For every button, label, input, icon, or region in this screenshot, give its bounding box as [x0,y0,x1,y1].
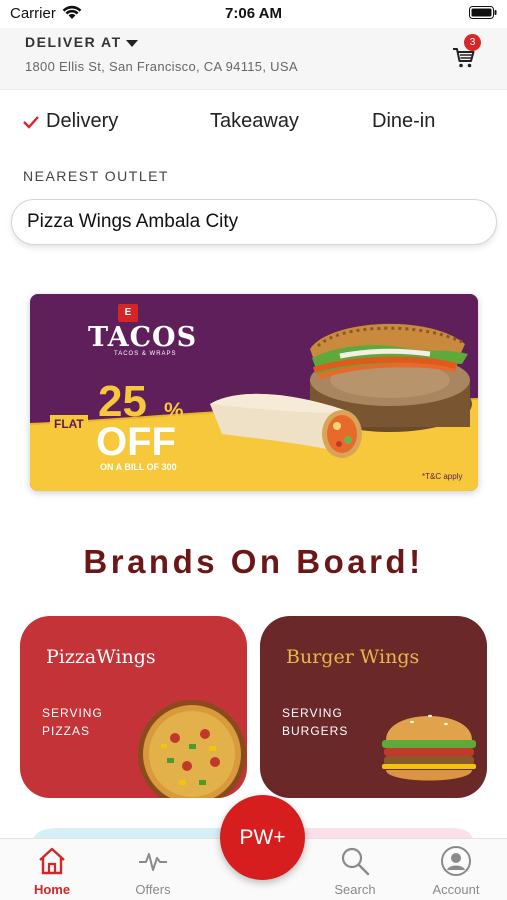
nav-home-label: Home [33,882,71,897]
tacos-logo: TACOS [88,322,198,353]
brand-serving-pizza: SERVING PIZZAS [42,704,103,740]
brand-card-pizza-wings[interactable]: PizzaWings SERVING PIZZAS [20,616,247,798]
promo-banner[interactable]: E TACOS TACOS & WRAPS FLAT 25 % OFF ON A… [30,294,478,491]
serving-label: SERVING [42,706,103,720]
discount-off: OFF [96,420,176,464]
tab-delivery[interactable]: Delivery [22,110,118,133]
nav-home[interactable]: Home [12,839,92,900]
burger-image [382,714,476,781]
brand-name-burger-wings: Burger Wings [286,646,420,668]
cart-count-badge: 3 [464,34,481,51]
discount-condition: ON A BILL OF 300 [100,462,177,472]
tab-takeaway[interactable]: Takeaway [210,110,299,133]
order-type-tabs: Delivery Takeaway Dine-in [0,110,507,142]
nav-offers[interactable]: Offers [113,839,193,900]
nearest-outlet-label: NEAREST OUTLET [23,168,169,184]
brands-section-title: Brands On Board! [83,543,424,580]
tacos-logo-subtitle: TACOS & WRAPS [114,351,177,357]
deliver-at-selector[interactable]: DELIVER AT [25,34,138,50]
pizza-image [138,700,246,798]
tab-delivery-label: Delivery [46,110,119,132]
discount-percent: 25 [98,377,147,426]
pw-plus-button[interactable]: PW+ [220,795,305,880]
delivery-address[interactable]: 1800 Ellis St, San Francisco, CA 94115, … [25,59,298,74]
nav-search[interactable]: Search [315,839,395,900]
caret-down-icon [125,39,138,47]
tacos-logo-badge: E [118,304,138,322]
pulse-icon [139,853,167,871]
check-icon [23,115,39,129]
nav-search-label: Search [334,882,376,897]
battery-icon [469,6,497,19]
nearest-outlet-field[interactable]: Pizza Wings Ambala City [11,199,497,245]
nav-account[interactable]: Account [416,839,496,900]
brand-name-pizza-wings: PizzaWings [46,646,156,668]
delivery-header: DELIVER AT 1800 Ellis St, San Francisco,… [0,28,507,90]
flat-tag: FLAT [50,415,88,433]
status-bar: Carrier 7:06 AM [0,0,507,28]
home-icon [39,847,65,875]
terms-note: *T&C apply [422,472,463,481]
tab-dine-in[interactable]: Dine-in [372,110,435,133]
deliver-at-label: DELIVER AT [25,34,122,50]
brand-serving-burger: SERVING BURGERS [282,704,348,740]
serving-item: PIZZAS [42,724,91,738]
cart-button[interactable]: 3 [452,34,484,70]
taco-wrap-image [210,323,472,458]
search-icon [341,847,370,876]
nav-account-label: Account [432,882,480,897]
status-time: 7:06 AM [225,5,282,22]
serving-item: BURGERS [282,724,349,738]
brand-card-burger-wings[interactable]: Burger Wings SERVING BURGERS [260,616,487,798]
serving-label: SERVING [282,706,343,720]
account-icon [441,846,471,876]
nav-offers-label: Offers [135,882,171,897]
